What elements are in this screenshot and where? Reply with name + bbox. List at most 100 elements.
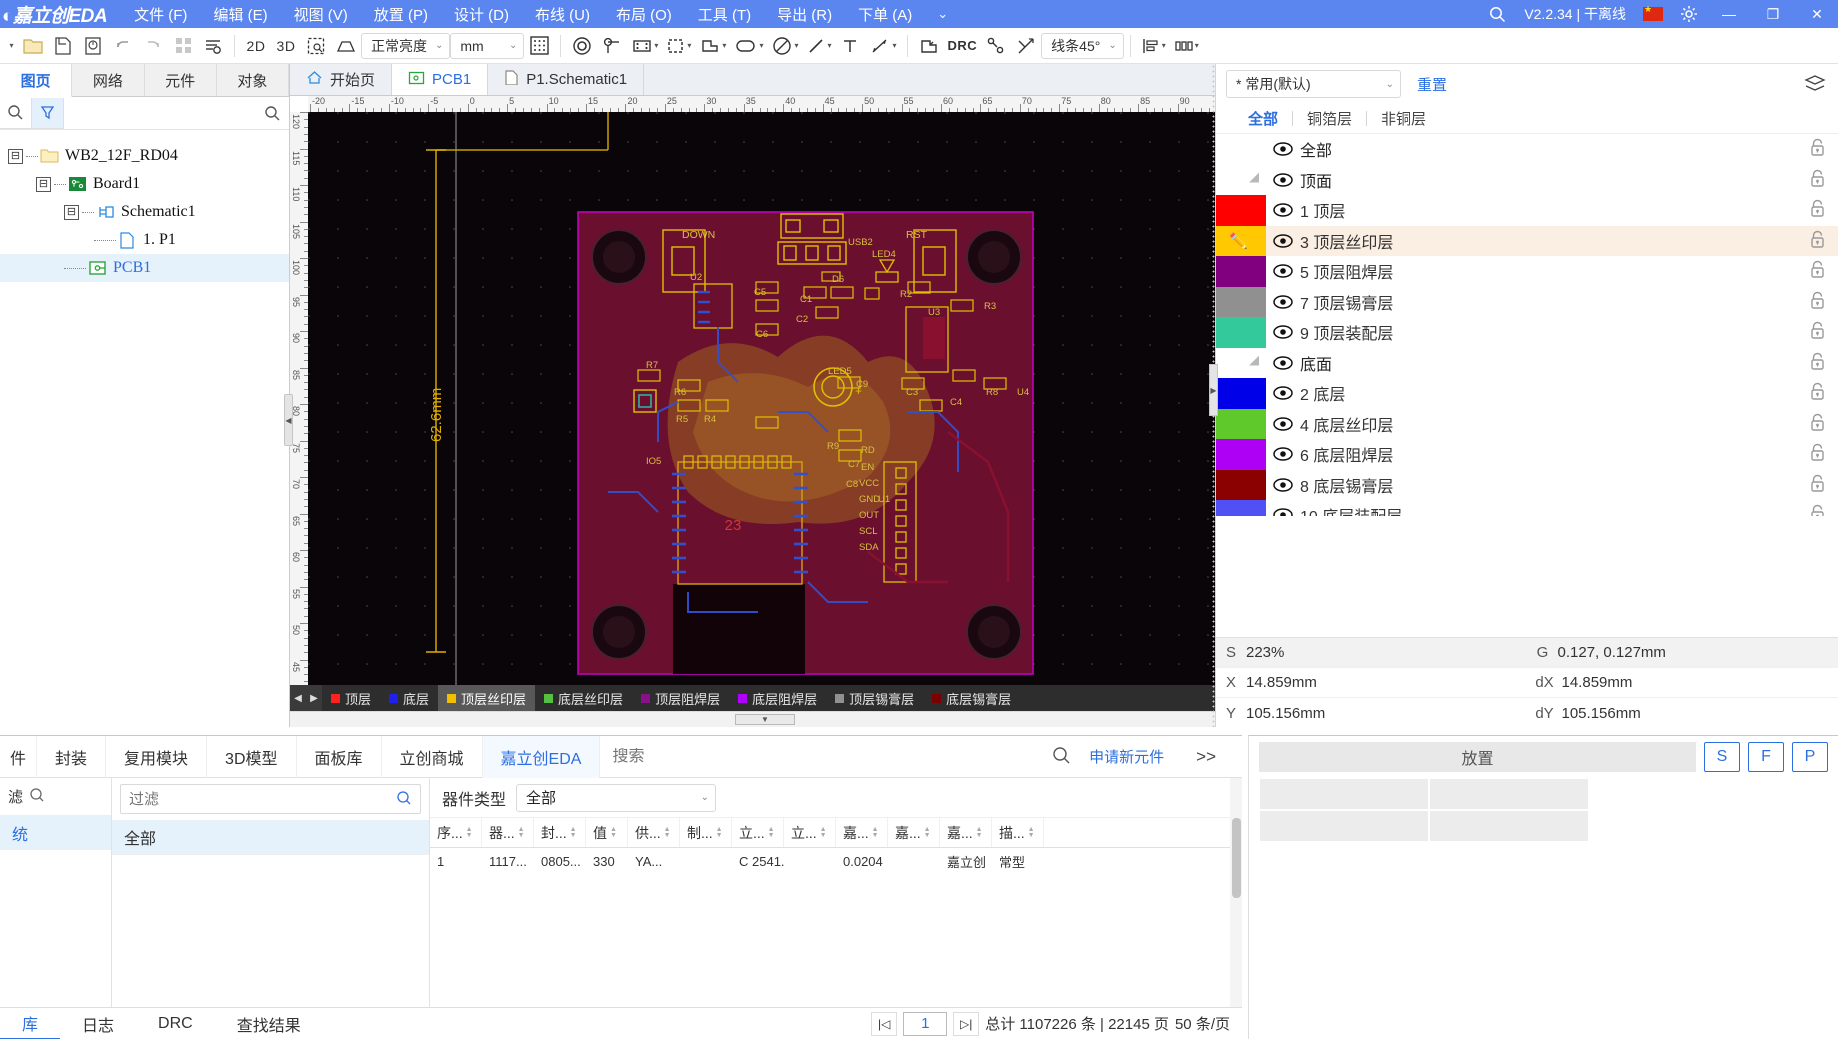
lib-tab-mall[interactable]: 立创商城: [382, 735, 483, 778]
align-left-icon[interactable]: ▾: [1137, 31, 1170, 61]
grid-settings-icon[interactable]: [524, 31, 554, 61]
place-line-icon[interactable]: ▾: [802, 31, 835, 61]
open-folder-icon[interactable]: [18, 31, 48, 61]
expand-toggle[interactable]: ⊟: [64, 204, 79, 220]
layer-color-swatch[interactable]: [1216, 317, 1266, 348]
lock-icon[interactable]: [1809, 443, 1826, 465]
group-toggle[interactable]: [1216, 355, 1266, 371]
menu-layout[interactable]: 布局 (O): [603, 4, 685, 25]
page-number-input[interactable]: 1: [903, 1011, 948, 1036]
layer-tab[interactable]: 顶层丝印层: [438, 685, 536, 711]
eye-icon[interactable]: [1266, 173, 1300, 187]
sort-icon[interactable]: ▲ ▼: [664, 826, 671, 839]
sort-icon[interactable]: ▲ ▼: [976, 826, 983, 839]
lock-icon[interactable]: [1809, 474, 1826, 496]
layerbar-next[interactable]: ▶: [306, 685, 322, 711]
layer-group-row[interactable]: 顶面: [1216, 165, 1838, 196]
sort-icon[interactable]: ▲ ▼: [466, 826, 473, 839]
layer-tab[interactable]: 顶层阻焊层: [632, 685, 729, 711]
footer-tab-drc[interactable]: DRC: [136, 1008, 215, 1039]
lock-icon[interactable]: [1809, 352, 1826, 374]
list-item[interactable]: 统: [0, 816, 111, 850]
tab-components[interactable]: 元件: [144, 64, 217, 96]
lib-tab-device[interactable]: 件: [0, 735, 38, 778]
lib-tab-panel[interactable]: 面板库: [297, 735, 382, 778]
layer-color-swatch[interactable]: [1216, 469, 1266, 500]
sort-icon[interactable]: ▲ ▼: [1028, 826, 1035, 839]
lock-icon[interactable]: [1809, 291, 1826, 313]
first-page-button[interactable]: |◁: [871, 1011, 898, 1036]
layer-group-row[interactable]: 底面: [1216, 348, 1838, 379]
language-flag-icon[interactable]: [1636, 0, 1670, 28]
layer-group-row[interactable]: 全部: [1216, 134, 1838, 165]
eye-icon[interactable]: [1266, 386, 1300, 400]
save-all-icon[interactable]: [78, 31, 108, 61]
layer-row[interactable]: 7 顶层锡膏层: [1216, 286, 1838, 317]
eye-icon[interactable]: [1266, 295, 1300, 309]
place-component-icon[interactable]: ▾: [627, 31, 662, 61]
scroll-thumb[interactable]: [1232, 818, 1241, 898]
column-header[interactable]: 序... ▲ ▼: [430, 818, 482, 847]
tree-node-page[interactable]: 1. P1: [0, 226, 289, 254]
sort-icon[interactable]: ▲ ▼: [716, 826, 723, 839]
sort-icon[interactable]: ▲ ▼: [570, 826, 577, 839]
sort-icon[interactable]: ▲ ▼: [518, 826, 525, 839]
layer-row[interactable]: 2 底层: [1216, 378, 1838, 409]
unit-select[interactable]: mm ⌄: [450, 32, 525, 59]
import-change-icon[interactable]: [914, 31, 944, 61]
layer-tab[interactable]: 顶层: [322, 685, 380, 711]
results-vertical-scrollbar[interactable]: [1230, 778, 1242, 1039]
place-button[interactable]: 放置: [1259, 742, 1696, 772]
column-header[interactable]: 值 ▲ ▼: [586, 818, 628, 847]
lock-icon[interactable]: [1809, 138, 1826, 160]
scroll-handle[interactable]: ▼: [735, 714, 795, 725]
layer-color-swatch[interactable]: [1216, 408, 1266, 439]
horizontal-scrollbar[interactable]: ▼: [290, 711, 1215, 727]
layer-row[interactable]: 1 顶层: [1216, 195, 1838, 226]
layer-tab[interactable]: 底层阻焊层: [729, 685, 826, 711]
drc-button[interactable]: DRC: [944, 31, 982, 61]
group-toggle[interactable]: [1216, 172, 1266, 188]
device-type-select[interactable]: 全部 ⌄: [516, 783, 717, 812]
list-item[interactable]: 全部: [112, 820, 429, 854]
lib-tab-lceda[interactable]: 嘉立创EDA: [482, 735, 601, 778]
menu-view[interactable]: 视图 (V): [281, 4, 361, 25]
place-pad-icon[interactable]: [597, 31, 627, 61]
layer-row[interactable]: 9 顶层装配层: [1216, 317, 1838, 348]
undo-icon[interactable]: [108, 31, 138, 61]
layer-tab-noncopper[interactable]: 非铜层: [1367, 108, 1440, 129]
layer-color-swatch[interactable]: [1216, 286, 1266, 317]
layer-row[interactable]: 5 顶层阻焊层: [1216, 256, 1838, 287]
route-diff-icon[interactable]: [1011, 31, 1041, 61]
lock-icon[interactable]: [1809, 382, 1826, 404]
expand-panel-button[interactable]: >>: [1182, 747, 1230, 767]
minimize-button[interactable]: —: [1708, 0, 1750, 28]
lock-icon[interactable]: [1809, 321, 1826, 343]
eye-icon[interactable]: [1266, 234, 1300, 248]
search-icon[interactable]: [1480, 0, 1514, 28]
lock-icon[interactable]: [1809, 413, 1826, 435]
sort-icon[interactable]: ▲ ▼: [820, 826, 827, 839]
column-header[interactable]: 供... ▲ ▼: [628, 818, 680, 847]
gear-icon[interactable]: [1672, 0, 1706, 28]
search-submit-icon[interactable]: [255, 98, 289, 129]
eye-icon[interactable]: [1266, 508, 1300, 516]
caret-left-icon[interactable]: ▾: [4, 31, 18, 61]
left-collapse-handle[interactable]: ◀: [284, 394, 293, 446]
layer-tab[interactable]: 底层: [380, 685, 438, 711]
sort-icon[interactable]: ▲ ▼: [872, 826, 879, 839]
menu-export[interactable]: 导出 (R): [764, 4, 845, 25]
menu-tools[interactable]: 工具 (T): [685, 4, 764, 25]
sort-icon[interactable]: ▲ ▼: [924, 826, 931, 839]
eye-icon[interactable]: [1266, 203, 1300, 217]
subcategory-filter-input[interactable]: [129, 790, 396, 808]
eye-icon[interactable]: [1266, 478, 1300, 492]
eye-icon[interactable]: [1266, 356, 1300, 370]
tab-objects[interactable]: 对象: [216, 64, 289, 96]
lock-icon[interactable]: [1809, 169, 1826, 191]
close-button[interactable]: ✕: [1796, 0, 1838, 28]
horizontal-ruler[interactable]: -20 -15 -10 -5 0 5 10 15 20 25 30 35 40 45 50 55 60 65 70 7…: [308, 96, 1215, 112]
menu-route[interactable]: 布线 (U): [522, 4, 603, 25]
layer-tab-copper[interactable]: 铜箔层: [1293, 108, 1366, 129]
layer-tab[interactable]: 顶层锡膏层: [826, 685, 923, 711]
